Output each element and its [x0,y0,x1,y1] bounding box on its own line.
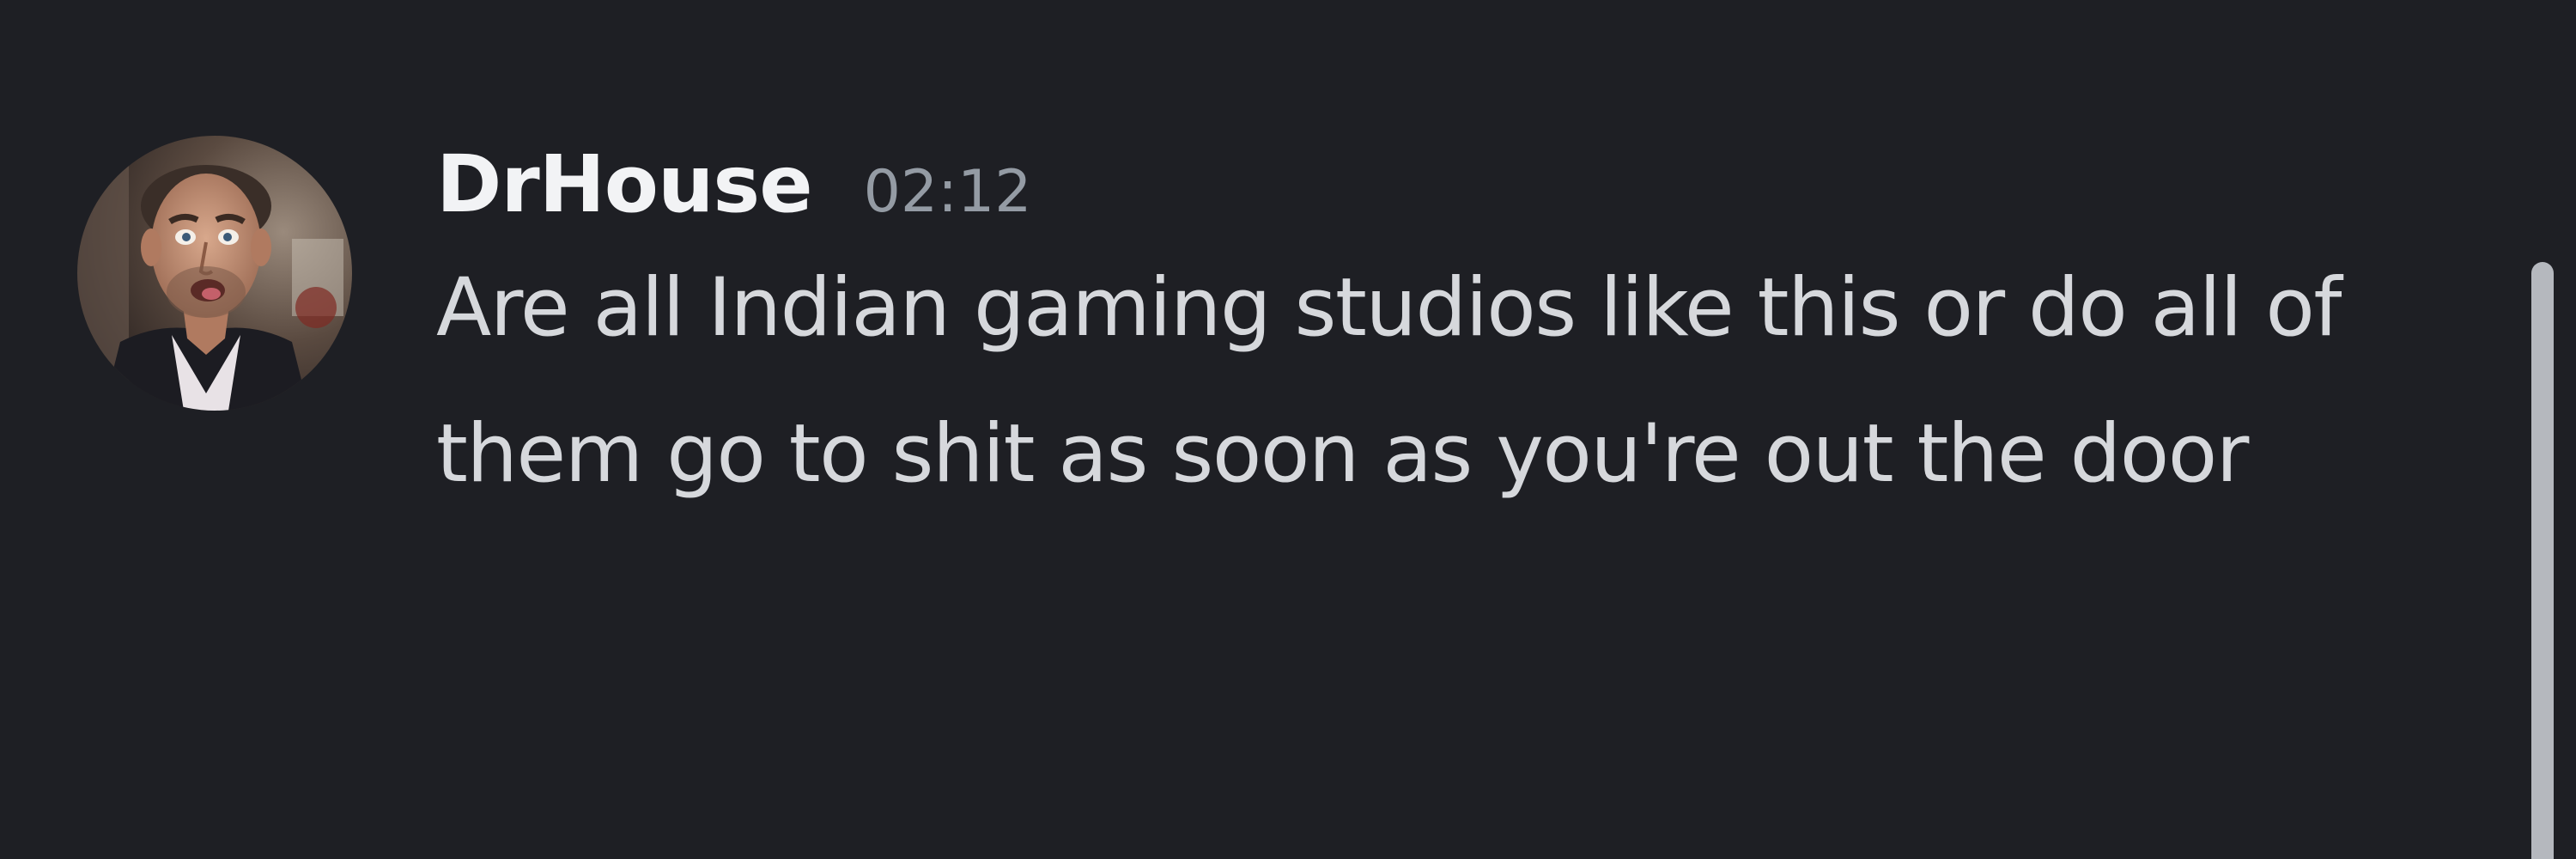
message-header: DrHouse 02:12 [436,129,2445,241]
username[interactable]: DrHouse [436,129,813,241]
avatar-photo-icon [77,136,352,411]
scrollbar-thumb[interactable] [2531,262,2554,859]
chat-view: DrHouse 02:12 Are all Indian gaming stud… [0,0,2576,859]
message-body: DrHouse 02:12 Are all Indian gaming stud… [436,129,2445,527]
message-content: Are all Indian gaming studios like this … [436,261,2342,501]
message-timestamp[interactable]: 02:12 [864,137,1032,248]
user-avatar[interactable] [77,136,352,411]
chat-message: DrHouse 02:12 Are all Indian gaming stud… [0,0,2490,859]
